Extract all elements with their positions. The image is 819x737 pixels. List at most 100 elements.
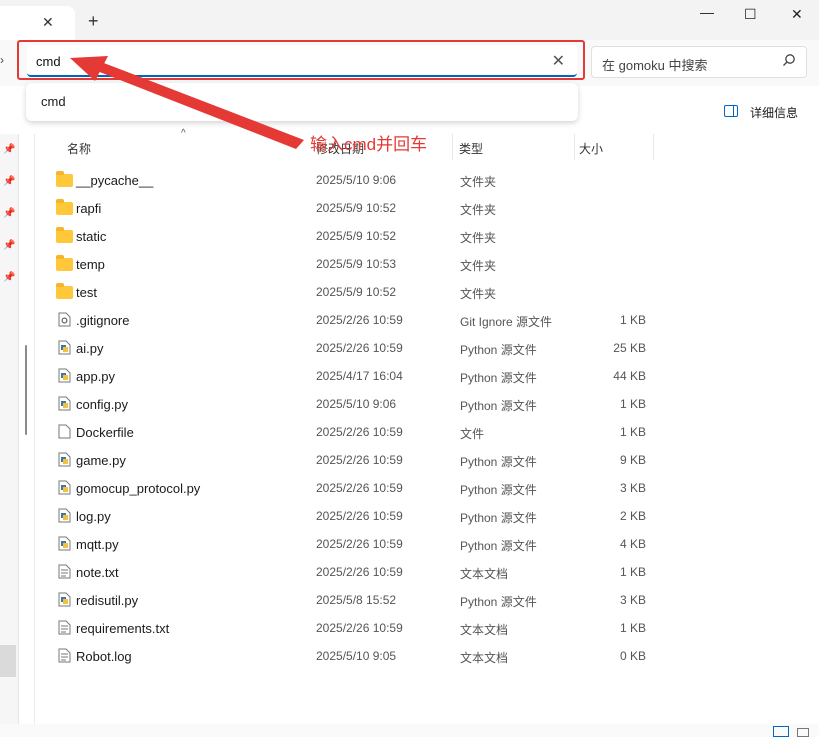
pin-icon[interactable]: 📌	[3, 272, 15, 283]
file-type: Python 源文件	[460, 539, 537, 553]
python-file-icon	[58, 508, 71, 523]
file-type: 文件夹	[460, 175, 497, 189]
file-row[interactable]: Robot.log 2025/5/10 9:05 文本文档 0 KB	[48, 642, 668, 670]
file-name: temp	[76, 257, 105, 272]
file-row[interactable]: redisutil.py 2025/5/8 15:52 Python 源文件 3 KB	[48, 586, 668, 614]
close-window-button[interactable]: ✕	[791, 6, 803, 23]
column-divider[interactable]	[574, 134, 575, 160]
file-name: Dockerfile	[76, 425, 134, 440]
explorer-tab[interactable]: ✕	[0, 6, 75, 40]
file-name: test	[76, 285, 97, 300]
pin-icon[interactable]: 📌	[3, 240, 15, 251]
address-value: cmd	[36, 54, 61, 69]
file-name: config.py	[76, 397, 129, 412]
file-row[interactable]: __pycache__ 2025/5/10 9:06 文件夹	[48, 166, 668, 194]
file-modified-date: 2025/2/26 10:59	[316, 621, 403, 635]
file-name: game.py	[76, 453, 126, 468]
new-tab-button[interactable]: +	[88, 12, 99, 30]
blank-file-icon	[58, 424, 71, 439]
pin-icon[interactable]: 📌	[3, 144, 15, 155]
file-name: Robot.log	[76, 649, 132, 664]
search-input[interactable]: 在 gomoku 中搜索	[591, 46, 807, 78]
tiles-view-button[interactable]	[797, 728, 809, 737]
file-modified-date: 2025/2/26 10:59	[316, 341, 403, 355]
file-size: 3 KB	[619, 593, 646, 607]
minimize-button[interactable]: —	[700, 4, 714, 20]
file-type: 文件	[460, 427, 485, 441]
column-divider[interactable]	[653, 134, 654, 160]
folder-icon	[56, 199, 73, 215]
file-row[interactable]: Dockerfile 2025/2/26 10:59 文件 1 KB	[48, 418, 668, 446]
file-row[interactable]: test 2025/5/9 10:52 文件夹	[48, 278, 668, 306]
close-tab-icon[interactable]: ✕	[42, 14, 54, 31]
pin-icon[interactable]: 📌	[3, 208, 15, 219]
file-modified-date: 2025/2/26 10:59	[316, 509, 403, 523]
file-modified-date: 2025/5/9 10:52	[316, 201, 397, 215]
file-row[interactable]: temp 2025/5/9 10:53 文件夹	[48, 250, 668, 278]
file-name: mqtt.py	[76, 537, 119, 552]
file-modified-date: 2025/2/26 10:59	[316, 313, 403, 327]
folder-icon	[56, 171, 73, 187]
file-row[interactable]: mqtt.py 2025/2/26 10:59 Python 源文件 4 KB	[48, 530, 668, 558]
file-row[interactable]: config.py 2025/5/10 9:06 Python 源文件 1 KB	[48, 390, 668, 418]
file-size: 1 KB	[619, 565, 646, 579]
details-label: 详细信息	[750, 106, 799, 120]
address-input[interactable]: cmd ✕	[27, 45, 577, 77]
status-bar	[0, 724, 819, 737]
python-file-icon	[58, 452, 71, 467]
text-file-icon	[58, 648, 71, 663]
column-type[interactable]: 类型	[459, 140, 483, 157]
details-pane-icon	[724, 105, 738, 117]
suggestion-item[interactable]: cmd	[41, 94, 66, 109]
file-modified-date: 2025/5/10 9:06	[316, 397, 397, 411]
file-type: 文本文档	[460, 623, 509, 637]
nav-arrow-icon[interactable]: ›	[0, 53, 4, 67]
file-modified-date: 2025/2/26 10:59	[316, 453, 403, 467]
file-name: ai.py	[76, 341, 104, 356]
file-modified-date: 2025/5/9 10:52	[316, 229, 397, 243]
address-suggestion-dropdown: cmd	[26, 83, 578, 121]
file-type: Python 源文件	[460, 483, 537, 497]
details-view-button[interactable]	[773, 726, 789, 737]
column-size[interactable]: 大小	[579, 140, 603, 157]
column-name[interactable]: 名称	[67, 140, 91, 157]
file-row[interactable]: gomocup_protocol.py 2025/2/26 10:59 Python…	[48, 474, 668, 502]
column-divider[interactable]	[452, 134, 453, 160]
file-row[interactable]: rapfi 2025/5/9 10:52 文件夹	[48, 194, 668, 222]
file-row[interactable]: requirements.txt 2025/2/26 10:59 文本文档 1 KB	[48, 614, 668, 642]
python-file-icon	[58, 368, 71, 383]
clear-address-icon[interactable]: ✕	[552, 51, 565, 71]
file-name: .gitignore	[76, 313, 130, 328]
folder-icon	[56, 227, 73, 243]
file-modified-date: 2025/5/10 9:06	[316, 173, 397, 187]
file-row[interactable]: game.py 2025/2/26 10:59 Python 源文件 9 KB	[48, 446, 668, 474]
python-file-icon	[58, 592, 71, 607]
file-row[interactable]: static 2025/5/9 10:52 文件夹	[48, 222, 668, 250]
nav-scrollbar[interactable]	[25, 345, 27, 435]
maximize-button[interactable]: ☐	[744, 6, 757, 23]
file-size: 1 KB	[619, 397, 646, 411]
file-size: 25 KB	[613, 341, 646, 355]
file-modified-date: 2025/2/26 10:59	[316, 481, 403, 495]
file-type: Python 源文件	[460, 511, 537, 525]
nav-selected-item[interactable]	[0, 645, 16, 677]
file-type: Python 源文件	[460, 399, 537, 413]
search-icon	[783, 54, 795, 66]
file-row[interactable]: ai.py 2025/2/26 10:59 Python 源文件 25 KB	[48, 334, 668, 362]
file-modified-date: 2025/2/26 10:59	[316, 425, 403, 439]
file-modified-date: 2025/5/10 9:05	[316, 649, 397, 663]
file-size: 1 KB	[619, 621, 646, 635]
file-name: note.txt	[76, 565, 119, 580]
file-row[interactable]: app.py 2025/4/17 16:04 Python 源文件 44 KB	[48, 362, 668, 390]
file-row[interactable]: .gitignore 2025/2/26 10:59 Git Ignore 源文件 1…	[48, 306, 668, 334]
pin-icon[interactable]: 📌	[3, 176, 15, 187]
file-type: Python 源文件	[460, 455, 537, 469]
file-row[interactable]: log.py 2025/2/26 10:59 Python 源文件 2 KB	[48, 502, 668, 530]
file-type: Python 源文件	[460, 595, 537, 609]
file-name: requirements.txt	[76, 621, 170, 636]
file-row[interactable]: note.txt 2025/2/26 10:59 文本文档 1 KB	[48, 558, 668, 586]
file-modified-date: 2025/2/26 10:59	[316, 565, 403, 579]
file-size: 1 KB	[619, 313, 646, 327]
file-type: 文件夹	[460, 287, 497, 301]
file-name: gomocup_protocol.py	[76, 481, 201, 496]
